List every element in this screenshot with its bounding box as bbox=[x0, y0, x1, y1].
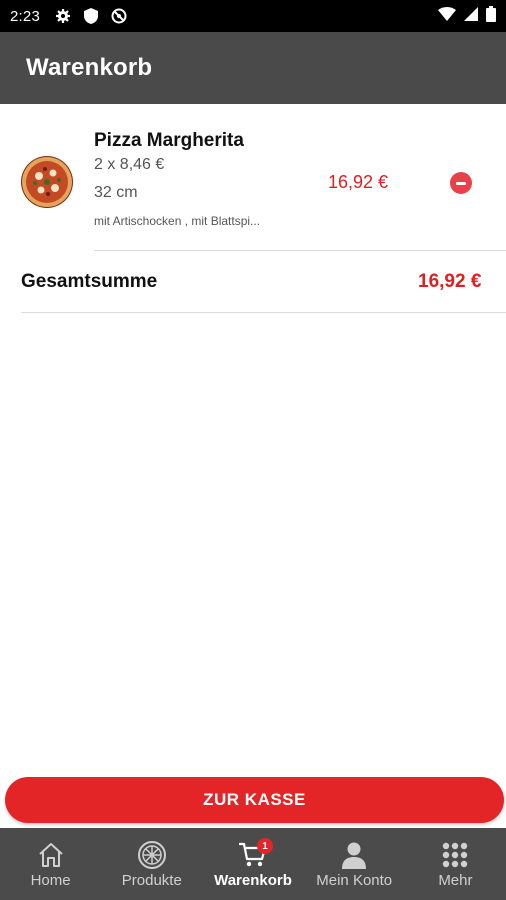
nav-item-home[interactable]: Home bbox=[0, 828, 101, 900]
battery-icon bbox=[486, 6, 496, 26]
nav-label-mein-konto: Mein Konto bbox=[316, 872, 393, 889]
nav-item-produkte[interactable]: Produkte bbox=[101, 828, 202, 900]
cart-badge: 1 bbox=[257, 838, 273, 854]
cart-item[interactable]: Pizza Margherita 2 x 8,46 € 32 cm mit Ar… bbox=[0, 104, 506, 252]
nav-label-produkte: Produkte bbox=[121, 872, 182, 889]
signal-icon bbox=[464, 7, 478, 25]
remove-item-button[interactable] bbox=[450, 172, 472, 194]
total-label: Gesamtsumme bbox=[21, 271, 158, 292]
total-value: 16,92 € bbox=[418, 271, 482, 292]
nav-item-mein-konto[interactable]: Mein Konto bbox=[304, 828, 405, 900]
nav-item-warenkorb[interactable]: 1 Warenkorb bbox=[202, 828, 303, 900]
nav-item-mehr[interactable]: Mehr bbox=[405, 828, 506, 900]
nav-label-mehr: Mehr bbox=[438, 872, 473, 889]
shield-icon bbox=[82, 7, 100, 25]
item-size: 32 cm bbox=[94, 184, 138, 201]
item-price: 16,92 € bbox=[328, 172, 389, 192]
grid-icon bbox=[439, 840, 471, 870]
pizza-icon bbox=[136, 840, 168, 870]
status-bar: 2:23 bbox=[0, 0, 506, 32]
bottom-nav: Home Produkte 1 Warenkorb Mein Konto Meh… bbox=[0, 828, 506, 900]
wifi-icon bbox=[438, 7, 456, 25]
total-row: Gesamtsumme 16,92 € bbox=[0, 252, 506, 312]
nav-label-home: Home bbox=[30, 872, 71, 889]
item-quantity-price: 2 x 8,46 € bbox=[94, 156, 165, 173]
total-divider bbox=[21, 312, 506, 313]
minus-icon bbox=[456, 181, 466, 185]
nav-label-warenkorb: Warenkorb bbox=[214, 872, 292, 889]
app-bar: Warenkorb bbox=[0, 32, 506, 104]
pizza-thumbnail bbox=[21, 156, 73, 208]
cart-icon: 1 bbox=[237, 838, 273, 870]
item-extras: mit Artischocken , mit Blattspi... bbox=[94, 214, 261, 228]
checkout-bar: ZUR KASSE bbox=[0, 772, 506, 828]
cart-content: Pizza Margherita 2 x 8,46 € 32 cm mit Ar… bbox=[0, 104, 506, 772]
home-icon bbox=[35, 840, 67, 870]
item-divider bbox=[94, 250, 506, 251]
item-name: Pizza Margherita bbox=[94, 130, 244, 151]
no-disturb-icon bbox=[110, 7, 128, 25]
status-time: 2:23 bbox=[10, 7, 40, 25]
checkout-button[interactable]: ZUR KASSE bbox=[5, 777, 504, 823]
page-title: Warenkorb bbox=[26, 54, 153, 81]
person-icon bbox=[338, 840, 370, 870]
gear-icon bbox=[54, 7, 72, 25]
